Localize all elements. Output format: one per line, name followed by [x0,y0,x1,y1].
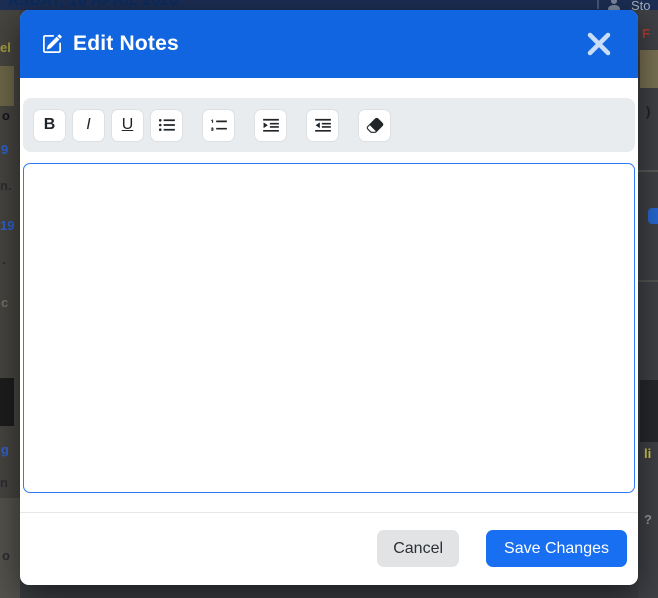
bold-button[interactable]: B [33,108,66,142]
notes-editor[interactable] [23,163,635,493]
outdent-button[interactable] [306,108,339,142]
close-button[interactable] [582,27,616,61]
indent-icon [262,118,279,132]
ordered-list-icon [210,119,227,131]
bg-fragment: 9 [1,142,9,157]
bg-fragment: ) [646,104,651,119]
bg-fragment: F [642,26,650,41]
modal-footer: Cancel Save Changes [20,512,638,585]
close-icon [587,32,611,56]
bg-fragment: 19 [0,218,15,233]
background-user-label: Sto [631,0,651,10]
background-top-bar: RSDAY, 16 APRIL 2020 Sto [0,0,658,10]
bg-fragment: li [644,446,652,461]
outdent-icon [314,118,331,132]
underline-button[interactable]: U [111,108,144,142]
ordered-list-button[interactable] [202,108,235,142]
modal-header: Edit Notes [20,10,638,78]
bg-fragment: el [0,40,11,55]
background-right-edge: F ) li ? [638,10,658,598]
unordered-list-icon [158,118,175,132]
save-changes-button[interactable]: Save Changes [486,530,627,567]
bg-fragment: o [2,548,10,563]
clear-formatting-button[interactable] [358,108,391,142]
bg-fragment: n. [0,178,12,193]
pencil-square-icon [42,34,62,54]
edit-notes-modal: Edit Notes B I U Cancel Save Changes [20,10,638,585]
bg-fragment: n [0,475,8,490]
background-date-text: RSDAY, 16 APRIL 2020 [8,0,179,9]
cancel-button[interactable]: Cancel [377,530,460,567]
bg-fragment: o [2,108,10,123]
formatting-toolbar: B I U [23,98,635,152]
top-bar-divider [597,0,599,9]
indent-button[interactable] [254,108,287,142]
person-icon [606,0,622,10]
bg-fragment: ? [644,512,652,527]
background-left-edge: el o 9 n. 19 . c g n o [0,10,20,598]
bg-fragment: c [1,295,9,310]
bg-fragment: . [2,252,6,267]
unordered-list-button[interactable] [150,108,183,142]
eraser-icon [366,117,383,133]
modal-title: Edit Notes [73,32,179,55]
italic-button[interactable]: I [72,108,105,142]
bg-fragment: g [1,442,9,457]
